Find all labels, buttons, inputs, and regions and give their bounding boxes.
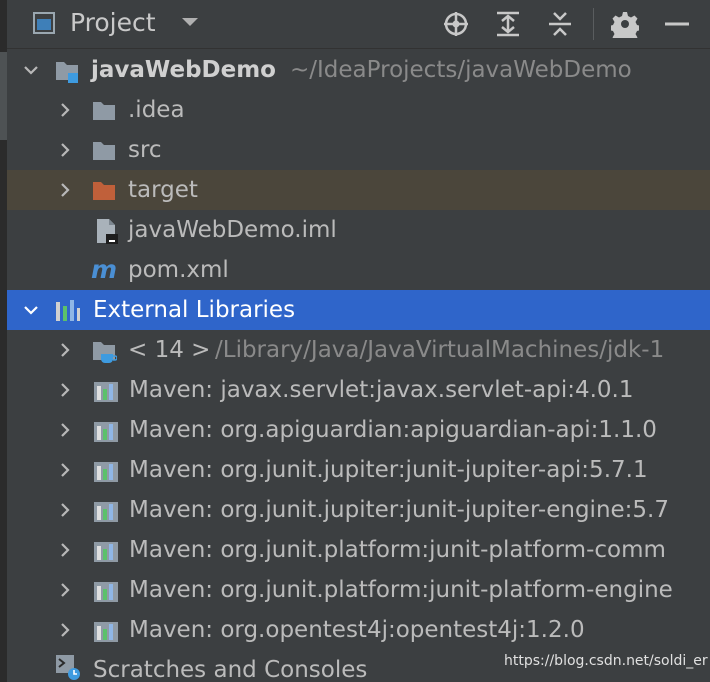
module-folder-icon — [56, 62, 78, 83]
library-label: Maven: org.junit.jupiter:junit-jupiter-e… — [129, 497, 669, 523]
chevron-right-icon[interactable] — [57, 622, 73, 638]
folder-label: .idea — [128, 97, 185, 123]
tree-row-maven[interactable]: Maven: org.opentest4j:opentest4j:1.2.0 — [7, 610, 710, 650]
tree-row-src[interactable]: src — [7, 130, 710, 170]
root-project-name: javaWebDemo — [91, 57, 276, 83]
gear-icon[interactable] — [610, 9, 640, 39]
maven-file-icon: m — [91, 255, 118, 284]
tree-row-iml[interactable]: javaWebDemo.iml — [7, 210, 710, 250]
watermark: https://blog.csdn.net/soldi_er — [504, 653, 708, 669]
library-label: Maven: org.apiguardian:apiguardian-api:1… — [129, 417, 657, 443]
project-header: Project — [7, 0, 710, 49]
library-label: Maven: javax.servlet:javax.servlet-api:4… — [129, 377, 634, 403]
project-panel: Project javaWebDemo ~/IdeaProjects/javaW… — [7, 0, 710, 682]
excluded-folder-icon — [93, 182, 115, 200]
library-icon — [94, 542, 118, 562]
scratches-label: Scratches and Consoles — [93, 657, 368, 682]
library-icon — [94, 502, 118, 522]
folder-icon — [93, 102, 115, 120]
jdk-path: /Library/Java/JavaVirtualMachines/jdk-1 — [215, 337, 665, 363]
jdk-version: < 14 > — [128, 337, 211, 363]
tool-window-strip — [0, 0, 7, 682]
tree-row-root[interactable]: javaWebDemo ~/IdeaProjects/javaWebDemo — [7, 50, 710, 90]
folder-label: target — [128, 177, 198, 203]
library-label: Maven: org.junit.platform:junit-platform… — [129, 577, 673, 603]
chevron-right-icon[interactable] — [57, 462, 73, 478]
project-view-icon[interactable] — [33, 12, 55, 34]
view-selector-label[interactable]: Project — [70, 8, 156, 37]
chevron-right-icon[interactable] — [57, 422, 73, 438]
tool-window-strip-active — [0, 52, 7, 140]
chevron-right-icon[interactable] — [57, 502, 73, 518]
chevron-right-icon[interactable] — [57, 342, 73, 358]
chevron-down-icon[interactable] — [23, 62, 39, 78]
library-icon — [94, 462, 118, 482]
file-label: javaWebDemo.iml — [128, 217, 337, 243]
locate-icon[interactable] — [441, 9, 471, 39]
library-icon — [94, 382, 118, 402]
tree-row-idea[interactable]: .idea — [7, 90, 710, 130]
jdk-folder-icon — [93, 342, 117, 363]
library-icon — [94, 582, 118, 602]
tree-row-maven[interactable]: Maven: org.junit.platform:junit-platform… — [7, 570, 710, 610]
chevron-right-icon[interactable] — [57, 142, 73, 158]
chevron-right-icon[interactable] — [57, 582, 73, 598]
library-icon — [94, 622, 118, 642]
expand-all-icon[interactable] — [493, 9, 523, 39]
file-label: pom.xml — [128, 257, 229, 283]
library-icon — [94, 422, 118, 442]
tree-row-external-libraries[interactable]: External Libraries — [7, 290, 710, 330]
libraries-icon — [56, 300, 80, 321]
chevron-right-icon[interactable] — [57, 182, 73, 198]
chevron-right-icon[interactable] — [57, 102, 73, 118]
tree-row-maven[interactable]: Maven: org.junit.jupiter:junit-jupiter-e… — [7, 490, 710, 530]
tree-row-target[interactable]: target — [7, 170, 710, 210]
tree-row-maven[interactable]: Maven: org.apiguardian:apiguardian-api:1… — [7, 410, 710, 450]
library-label: Maven: org.junit.platform:junit-platform… — [129, 537, 666, 563]
toolbar-separator — [593, 8, 594, 40]
tree-row-pom[interactable]: m pom.xml — [7, 250, 710, 290]
library-label: Maven: org.junit.jupiter:junit-jupiter-a… — [129, 457, 648, 483]
chevron-down-icon[interactable] — [23, 302, 39, 318]
folder-icon — [93, 142, 115, 160]
tree-row-jdk[interactable]: < 14 > /Library/Java/JavaVirtualMachines… — [7, 330, 710, 370]
chevron-down-icon[interactable] — [180, 15, 200, 29]
tree-row-maven[interactable]: Maven: javax.servlet:javax.servlet-api:4… — [7, 370, 710, 410]
library-label: Maven: org.opentest4j:opentest4j:1.2.0 — [129, 617, 585, 643]
chevron-right-icon[interactable] — [57, 542, 73, 558]
minimize-icon[interactable] — [662, 9, 692, 39]
external-libraries-label: External Libraries — [93, 297, 296, 323]
tree-row-maven[interactable]: Maven: org.junit.platform:junit-platform… — [7, 530, 710, 570]
tree-row-maven[interactable]: Maven: org.junit.jupiter:junit-jupiter-a… — [7, 450, 710, 490]
scratches-icon — [56, 655, 80, 680]
collapse-all-icon[interactable] — [545, 9, 575, 39]
iml-file-icon — [97, 219, 118, 244]
chevron-right-icon[interactable] — [57, 382, 73, 398]
folder-label: src — [128, 137, 162, 163]
root-project-path: ~/IdeaProjects/javaWebDemo — [290, 57, 632, 83]
